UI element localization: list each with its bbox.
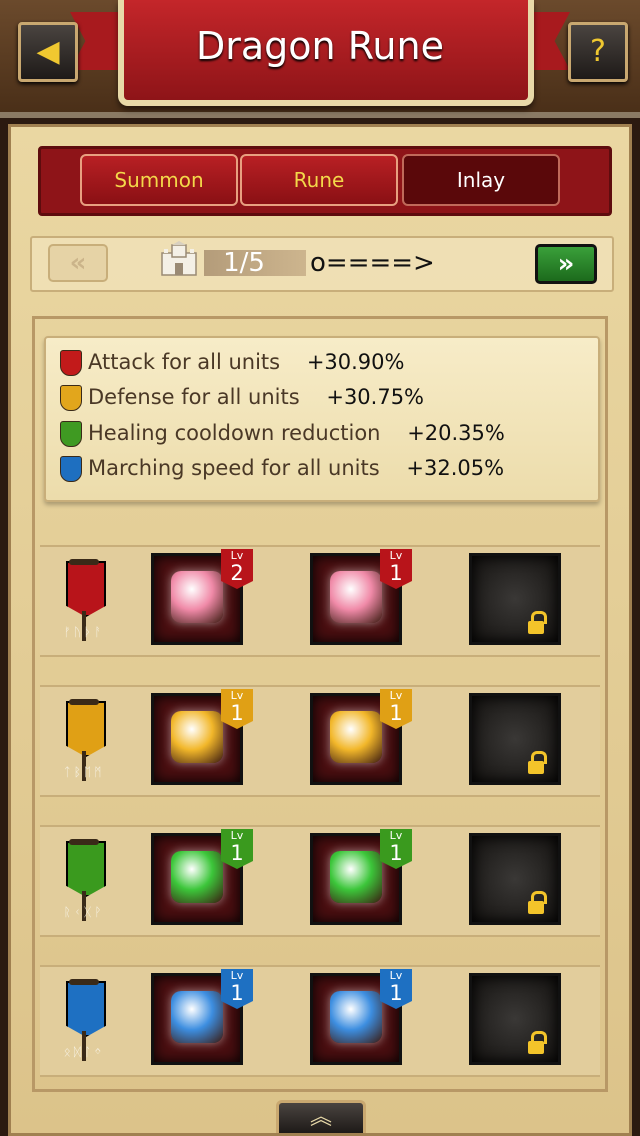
level-number: 1 — [389, 561, 403, 585]
stat-label: Healing cooldown reduction — [88, 421, 381, 445]
level-number: 1 — [230, 981, 244, 1005]
stat-value: +30.75% — [326, 385, 425, 409]
defense-shield-icon — [60, 385, 82, 411]
stat-attack: Attack for all units +30.90% — [60, 350, 404, 380]
marching-banner-icon — [66, 981, 106, 1037]
stat-healing: Healing cooldown reduction +20.35% — [60, 421, 505, 451]
banner-rod — [69, 699, 99, 705]
attack-gem-icon — [171, 571, 223, 623]
help-icon: ? — [590, 34, 606, 69]
banner-rod — [69, 839, 99, 845]
level-badge: Lv 1 — [380, 549, 412, 589]
prev-page-button[interactable]: « — [48, 244, 108, 282]
chevron-up-icon: ︽ — [309, 1105, 332, 1130]
locked-rune-slot[interactable] — [469, 973, 561, 1065]
level-badge: Lv 2 — [221, 549, 253, 589]
stat-label: Defense for all units — [88, 385, 300, 409]
rune-glyphs: ᛟᛞᛚᛜ — [63, 1045, 105, 1059]
level-badge: Lv 1 — [221, 689, 253, 729]
level-number: 1 — [389, 701, 403, 725]
locked-rune-slot[interactable] — [469, 693, 561, 785]
page-title: Dragon Rune — [196, 24, 444, 68]
lock-icon — [528, 761, 544, 774]
double-chevron-right-icon: » — [557, 249, 575, 279]
collapse-button[interactable]: ︽ — [276, 1100, 366, 1133]
level-number: 1 — [230, 841, 244, 865]
double-chevron-left-icon: « — [69, 248, 87, 278]
defense-banner-icon — [66, 701, 106, 757]
page-arrow-text: o====> — [310, 248, 435, 278]
marching-shield-icon — [60, 456, 82, 482]
banner-rod — [69, 979, 99, 985]
defense-gem-icon — [171, 711, 223, 763]
healing-gem-icon — [330, 851, 382, 903]
level-badge: Lv 1 — [380, 969, 412, 1009]
rune-glyphs: ᛏᛒᛖᛗ — [63, 765, 105, 779]
healing-gem-icon — [171, 851, 223, 903]
stat-value: +32.05% — [406, 456, 505, 480]
level-number: 1 — [389, 841, 403, 865]
rune-glyphs: ᚠᚢᚦᚨ — [63, 625, 105, 639]
level-badge: Lv 1 — [221, 829, 253, 869]
page-indicator: 1/5 — [223, 248, 265, 278]
lock-icon — [528, 1041, 544, 1054]
tab-summon[interactable]: Summon — [80, 154, 238, 206]
next-page-button[interactable]: » — [535, 244, 597, 284]
castle-icon — [161, 241, 197, 276]
stat-value: +30.90% — [306, 350, 405, 374]
tab-inlay[interactable]: Inlay — [402, 154, 560, 206]
healing-banner-icon — [66, 841, 106, 897]
level-number: 1 — [230, 701, 244, 725]
marching-gem-icon — [171, 991, 223, 1043]
marching-gem-icon — [330, 991, 382, 1043]
attack-gem-icon — [330, 571, 382, 623]
tab-rune[interactable]: Rune — [240, 154, 398, 206]
level-badge: Lv 1 — [380, 689, 412, 729]
level-badge: Lv 1 — [380, 829, 412, 869]
attack-shield-icon — [60, 350, 82, 376]
back-button[interactable]: ◀ — [18, 22, 78, 82]
level-number: 2 — [230, 561, 244, 585]
stat-marching: Marching speed for all units +32.05% — [60, 456, 504, 486]
stat-value: +20.35% — [407, 421, 505, 445]
attack-banner-icon — [66, 561, 106, 617]
help-button[interactable]: ? — [568, 22, 628, 82]
stat-label: Attack for all units — [88, 350, 281, 374]
defense-gem-icon — [330, 711, 382, 763]
rune-glyphs: ᚱᚲᚷᚹ — [63, 905, 105, 919]
level-badge: Lv 1 — [221, 969, 253, 1009]
banner-rod — [69, 559, 99, 565]
lock-icon — [528, 621, 544, 634]
level-number: 1 — [389, 981, 403, 1005]
back-arrow-icon: ◀ — [36, 34, 60, 69]
healing-shield-icon — [60, 421, 82, 447]
stat-defense: Defense for all units +30.75% — [60, 385, 424, 415]
lock-icon — [528, 901, 544, 914]
locked-rune-slot[interactable] — [469, 553, 561, 645]
stat-label: Marching speed for all units — [88, 456, 380, 480]
locked-rune-slot[interactable] — [469, 833, 561, 925]
